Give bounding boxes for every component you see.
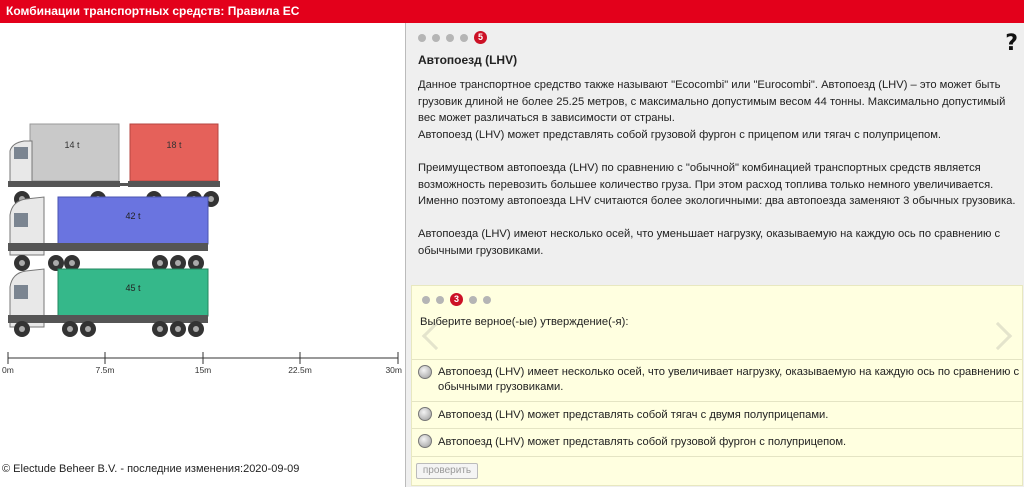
length-scale: 0m 7.5m 15m 22.5m 30m <box>2 352 402 375</box>
section-progress-dots: 5 <box>418 31 487 44</box>
illustration-panel: 14 t 18 t 42 t 45 t 0m 7.5m 15m 22.5m 30… <box>0 23 405 487</box>
help-icon[interactable]: ? <box>1005 31 1018 56</box>
radio-button[interactable] <box>418 407 432 421</box>
tractor-semitrailer-45: 45 t <box>8 268 209 337</box>
copyright-footer: © Electude Beheer B.V. - последние измен… <box>2 463 300 475</box>
quiz-option-label: Автопоезд (LHV) может представлять собой… <box>438 436 847 448</box>
body-paragraph: Данное транспортное средство также назыв… <box>418 79 1006 125</box>
content-panel: 5 ? Автопоезд (LHV) Данное транспортное … <box>406 23 1024 487</box>
semitrailer-45-label: 45 t <box>125 283 141 293</box>
vehicle-comparison-illustration: 14 t 18 t 42 t 45 t 0m 7.5m 15m 22.5m 30… <box>2 123 402 375</box>
section-title: Автопоезд (LHV) <box>418 53 518 67</box>
quiz-option[interactable]: Автопоезд (LHV) может представлять собой… <box>412 428 1022 457</box>
quiz-option[interactable]: Автопоезд (LHV) имеет несколько осей, чт… <box>412 359 1022 401</box>
body-paragraph: Автопоезд (LHV) может представлять собой… <box>418 128 942 141</box>
front-cargo-box <box>29 123 120 182</box>
scale-label: 15m <box>195 365 212 375</box>
progress-dot[interactable] <box>483 295 491 304</box>
progress-dot-active[interactable]: 3 <box>450 293 463 306</box>
trailer-cargo-label: 18 t <box>166 140 182 150</box>
progress-dot[interactable] <box>469 295 477 304</box>
tractor-semitrailer-42: 42 t <box>8 196 209 271</box>
radio-button[interactable] <box>418 434 432 448</box>
progress-dot[interactable] <box>418 33 426 42</box>
progress-dot[interactable] <box>432 33 440 42</box>
section-body: Данное транспортное средство также назыв… <box>418 77 1016 260</box>
next-arrow-icon[interactable] <box>983 321 1013 351</box>
window-title: Комбинации транспортных средств: Правила… <box>0 0 1024 23</box>
scale-label: 30m <box>385 365 402 375</box>
quiz-option[interactable]: Автопоезд (LHV) может представлять собой… <box>412 401 1022 428</box>
front-cargo-label: 14 t <box>64 140 80 150</box>
body-paragraph: Преимуществом автопоезда (LHV) по сравне… <box>418 161 1016 208</box>
progress-dot[interactable] <box>422 295 430 304</box>
check-button[interactable]: проверить <box>416 463 478 479</box>
trailer-cargo-box <box>129 123 219 182</box>
scale-label: 0m <box>2 365 14 375</box>
progress-dot[interactable] <box>446 33 454 42</box>
progress-dot[interactable] <box>460 33 468 42</box>
quiz-option-label: Автопоезд (LHV) имеет несколько осей, чт… <box>438 366 1020 393</box>
cab-window-1 <box>14 147 28 159</box>
quiz-panel: 3 Выберите верное(-ые) утверждение(-я): … <box>411 285 1023 486</box>
progress-dot[interactable] <box>436 295 444 304</box>
scale-label: 22.5m <box>288 365 312 375</box>
quiz-progress-dots: 3 <box>422 293 491 306</box>
semitrailer-42-label: 42 t <box>125 211 141 221</box>
radio-button[interactable] <box>418 365 432 379</box>
progress-dot-active[interactable]: 5 <box>474 31 487 44</box>
quiz-option-label: Автопоезд (LHV) может представлять собой… <box>438 409 829 421</box>
scale-label: 7.5m <box>96 365 115 375</box>
quiz-prompt: Выберите верное(-ые) утверждение(-я): <box>420 316 629 328</box>
truck-with-trailer: 14 t 18 t <box>8 123 220 207</box>
body-paragraph: Автопоезда (LHV) имеют несколько осей, ч… <box>418 228 1001 257</box>
